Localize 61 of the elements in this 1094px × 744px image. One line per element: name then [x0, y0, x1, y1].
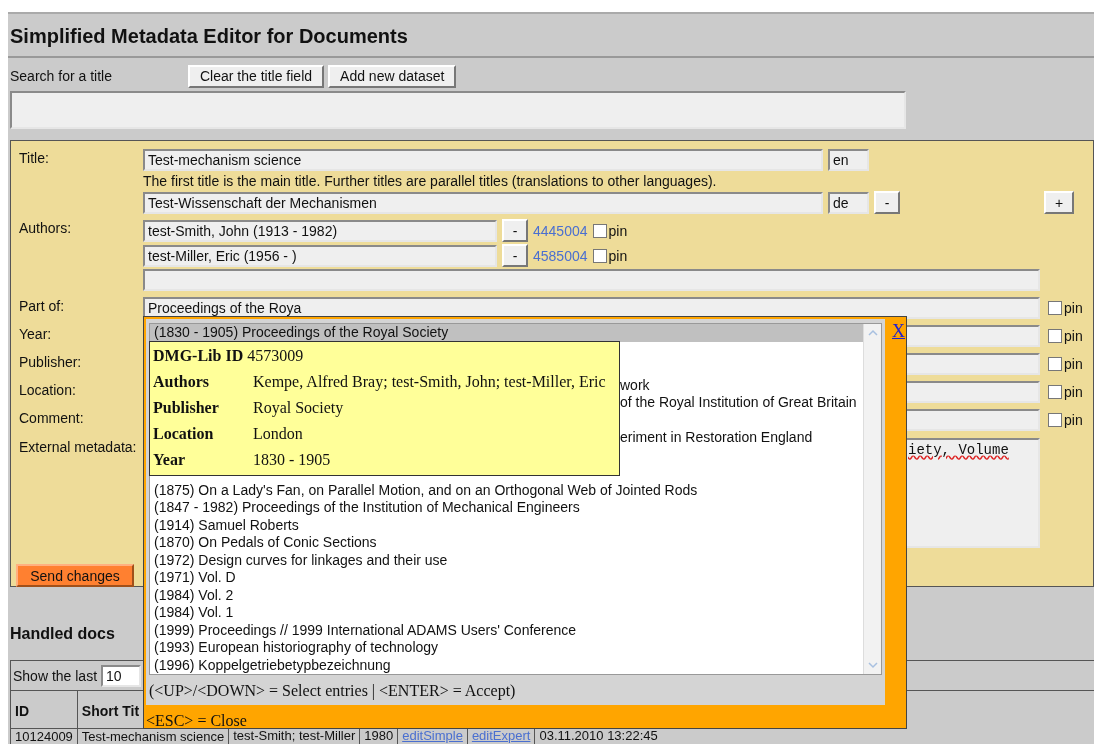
hint-text: The first title is the main title. Further titles are parallel titles (translations to other languages).: [143, 172, 718, 191]
search-label: Search for a title: [10, 68, 113, 84]
tooltip-label: Publisher: [153, 398, 220, 418]
language-field[interactable]: de: [828, 191, 869, 214]
author-field[interactable]: test-Miller, Eric (1956 - ): [143, 244, 497, 267]
send-button[interactable]: Send changes: [16, 564, 134, 587]
author-field[interactable]: test-Smith, John (1913 - 1982): [143, 219, 497, 242]
tooltip-value: 1830 - 1905: [253, 450, 331, 470]
tooltip-value: London: [253, 424, 303, 444]
pin-checkbox[interactable]: [1048, 301, 1062, 315]
keyboard-help-text: (<UP>/<DOWN> = Select entries | <ENTER> = Accept): [149, 682, 516, 700]
remove-button[interactable]: -: [502, 219, 528, 242]
pin-checkbox[interactable]: [1048, 357, 1062, 371]
pin-label: pin: [608, 222, 628, 239]
toolbar-button[interactable]: Add new dataset: [328, 64, 457, 88]
tooltip-value: Royal Society: [253, 398, 344, 419]
author-id-link[interactable]: 4445004: [533, 222, 588, 239]
field-label: External metadata:: [19, 438, 138, 455]
show-label: Show the last: [13, 667, 98, 684]
escape-hint-text: <ESC> = Close: [146, 712, 247, 730]
remove-button[interactable]: -: [874, 191, 900, 214]
pin-label: pin: [608, 247, 628, 264]
table-cell: 10124009: [11, 728, 78, 744]
author-id-link[interactable]: 4585004: [533, 247, 588, 264]
search-field[interactable]: [10, 91, 906, 129]
field-label: Authors:: [19, 219, 73, 236]
field-label: Location:: [19, 381, 77, 398]
field-label: Part of:: [19, 297, 66, 314]
title-field[interactable]: Test-mechanism science: [143, 149, 823, 171]
tooltip-value: Kempe, Alfred Bray; test-Smith, John; test-Miller, Eric: [253, 372, 606, 393]
tooltip-label: DMG-Lib ID: [153, 346, 244, 366]
pin-label: pin: [1064, 356, 1083, 372]
pin-label: pin: [1064, 384, 1083, 400]
pin-label: pin: [1064, 300, 1083, 316]
section-heading: Handled docs: [9, 624, 115, 644]
close-link[interactable]: X: [892, 321, 905, 342]
title-field[interactable]: Test-Wissenschaft der Mechanismen: [143, 191, 823, 214]
field-label: Year:: [19, 325, 53, 342]
pin-checkbox[interactable]: [1048, 329, 1062, 343]
tooltip-label: Authors: [153, 372, 210, 392]
toolbar-button[interactable]: Clear the title field: [188, 64, 325, 88]
pin-checkbox[interactable]: [1048, 413, 1062, 427]
text-field[interactable]: Proceedings of the Roya: [143, 297, 1040, 319]
author-field[interactable]: [143, 269, 1040, 291]
tooltip-label: Location: [153, 424, 215, 444]
tooltip-label: Year: [153, 450, 186, 470]
add-button[interactable]: +: [1044, 191, 1074, 214]
field-label: Title:: [19, 149, 50, 166]
tooltip-value: 4573009: [247, 346, 304, 366]
pin-checkbox[interactable]: [1048, 385, 1062, 399]
page-title: Simplified Metadata Editor for Documents: [8, 14, 1094, 58]
pin-checkbox[interactable]: [592, 248, 607, 263]
field-label: Comment:: [19, 409, 85, 426]
pin-checkbox[interactable]: [592, 223, 607, 238]
pin-label: pin: [1064, 412, 1083, 428]
count-field[interactable]: 10: [101, 664, 142, 687]
field-label: Publisher:: [19, 353, 83, 370]
column-header: ID: [11, 691, 78, 728]
remove-button[interactable]: -: [502, 244, 528, 267]
pin-label: pin: [1064, 328, 1083, 344]
language-field[interactable]: en: [828, 149, 869, 171]
